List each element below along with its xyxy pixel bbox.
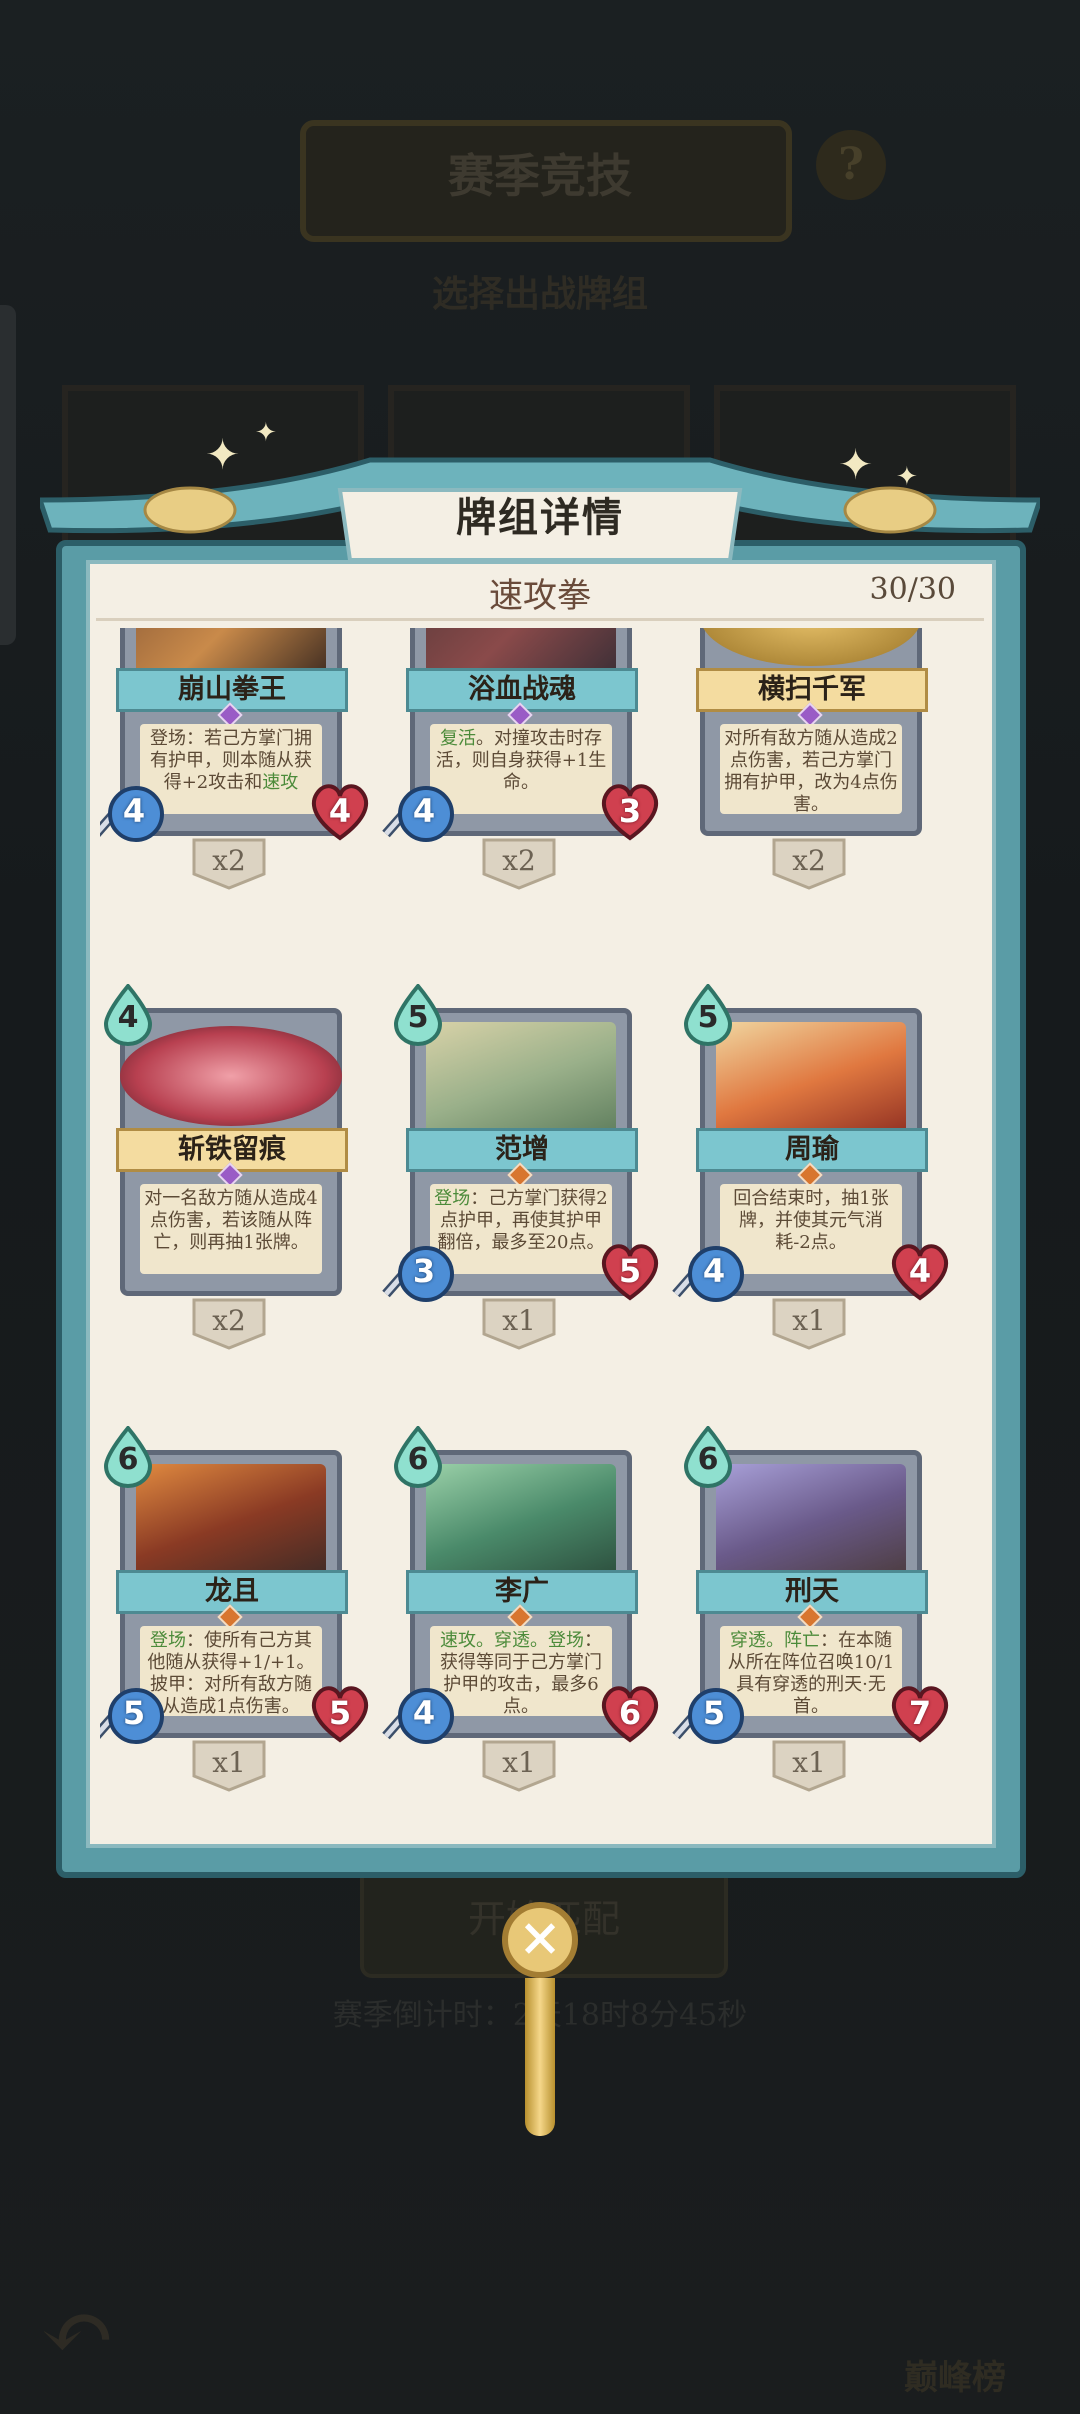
card-art — [426, 1464, 616, 1584]
card-count-tag: x2 — [192, 838, 266, 890]
card-art — [716, 1022, 906, 1142]
deck-count: 30/30 — [869, 572, 956, 607]
help-icon: ? — [816, 130, 886, 200]
health-icon: 6 — [598, 1682, 662, 1744]
card-count-tag: x2 — [192, 1298, 266, 1350]
attack-value: 3 — [412, 1252, 436, 1290]
health-icon: 5 — [598, 1240, 662, 1302]
health-value: 5 — [618, 1252, 642, 1290]
cost-value: 5 — [697, 1000, 719, 1035]
rank-badge: 巅峰榜 — [904, 2358, 1006, 2398]
attack-icon: 4 — [382, 1682, 460, 1748]
card-count-tag: x1 — [482, 1298, 556, 1350]
cost-value: 4 — [117, 1000, 139, 1035]
attack-icon: 4 — [100, 780, 170, 846]
deck-header: 速攻拳 30/30 — [90, 560, 990, 621]
close-icon[interactable]: × — [502, 1902, 578, 1978]
health-value: 3 — [618, 792, 642, 830]
sparkle-icon: ✦ — [255, 418, 277, 448]
health-value: 6 — [618, 1694, 642, 1732]
health-value: 4 — [328, 792, 352, 830]
card-count: x2 — [792, 844, 826, 877]
health-icon: 4 — [308, 780, 372, 842]
card-description: 对所有敌方随从造成2点伤害，若己方掌门拥有护甲，改为4点伤害。 — [720, 724, 902, 814]
header-divider — [96, 618, 984, 621]
season-title: 赛季竞技 — [448, 149, 632, 203]
card-count-tag: x1 — [482, 1740, 556, 1792]
choose-deck-label: 选择出战牌组 — [431, 273, 648, 315]
attack-icon: 5 — [100, 1682, 170, 1748]
attack-value: 4 — [702, 1252, 726, 1290]
card-count: x2 — [212, 1304, 246, 1337]
attack-icon: 4 — [672, 1240, 750, 1306]
card-description: 对一名敌方随从造成4点伤害，若该随从阵亡，则再抽1张牌。 — [140, 1184, 322, 1274]
cost-value: 6 — [117, 1442, 139, 1477]
card-art — [426, 1022, 616, 1142]
sparkle-icon: ✦ — [205, 430, 241, 479]
health-value: 7 — [908, 1694, 932, 1732]
attack-value: 5 — [122, 1694, 146, 1732]
attack-icon: 3 — [382, 1240, 460, 1306]
cost-value: 5 — [407, 1000, 429, 1035]
health-value: 5 — [328, 1694, 352, 1732]
card-count-tag: x1 — [192, 1740, 266, 1792]
card-count-tag: x2 — [772, 838, 846, 890]
card-count-tag: x2 — [482, 838, 556, 890]
close-pole — [525, 1978, 555, 2136]
attack-icon: 5 — [672, 1682, 750, 1748]
card-art — [136, 1464, 326, 1584]
cost-icon: 5 — [390, 982, 446, 1046]
card-count: x1 — [792, 1304, 826, 1337]
card-count: x1 — [212, 1746, 246, 1779]
card-art — [716, 1464, 906, 1584]
card-count-tag: x1 — [772, 1298, 846, 1350]
attack-icon: 4 — [382, 780, 460, 846]
side-tab — [0, 305, 16, 645]
card-count: x1 — [792, 1746, 826, 1779]
sparkle-icon: ✦ — [838, 440, 874, 489]
health-value: 4 — [908, 1252, 932, 1290]
cost-icon: 6 — [390, 1424, 446, 1488]
cost-value: 6 — [407, 1442, 429, 1477]
cost-icon: 6 — [680, 1424, 736, 1488]
attack-value: 5 — [702, 1694, 726, 1732]
cost-icon: 6 — [100, 1424, 156, 1488]
deck-name: 速攻拳 — [489, 576, 591, 616]
health-icon: 4 — [888, 1240, 952, 1302]
modal-title: 牌组详情 — [456, 494, 624, 541]
health-icon: 3 — [598, 780, 662, 842]
sparkle-icon: ✦ — [896, 462, 918, 492]
card-count: x2 — [212, 844, 246, 877]
card-count: x2 — [502, 844, 536, 877]
attack-value: 4 — [122, 792, 146, 830]
card-count: x1 — [502, 1304, 536, 1337]
attack-value: 4 — [412, 792, 436, 830]
card-grid[interactable]: 崩山拳王 登场：若己方掌门拥有护甲，则本随从获得+2攻击和速攻 4 4 x2 浴… — [100, 628, 980, 1828]
cost-icon: 5 — [680, 982, 736, 1046]
cost-icon: 4 — [100, 982, 156, 1046]
attack-value: 4 — [412, 1694, 436, 1732]
card-count: x1 — [502, 1746, 536, 1779]
card-count-tag: x1 — [772, 1740, 846, 1792]
health-icon: 7 — [888, 1682, 952, 1744]
back-arrow-icon: ↶ — [40, 2280, 116, 2385]
health-icon: 5 — [308, 1682, 372, 1744]
cost-value: 6 — [697, 1442, 719, 1477]
